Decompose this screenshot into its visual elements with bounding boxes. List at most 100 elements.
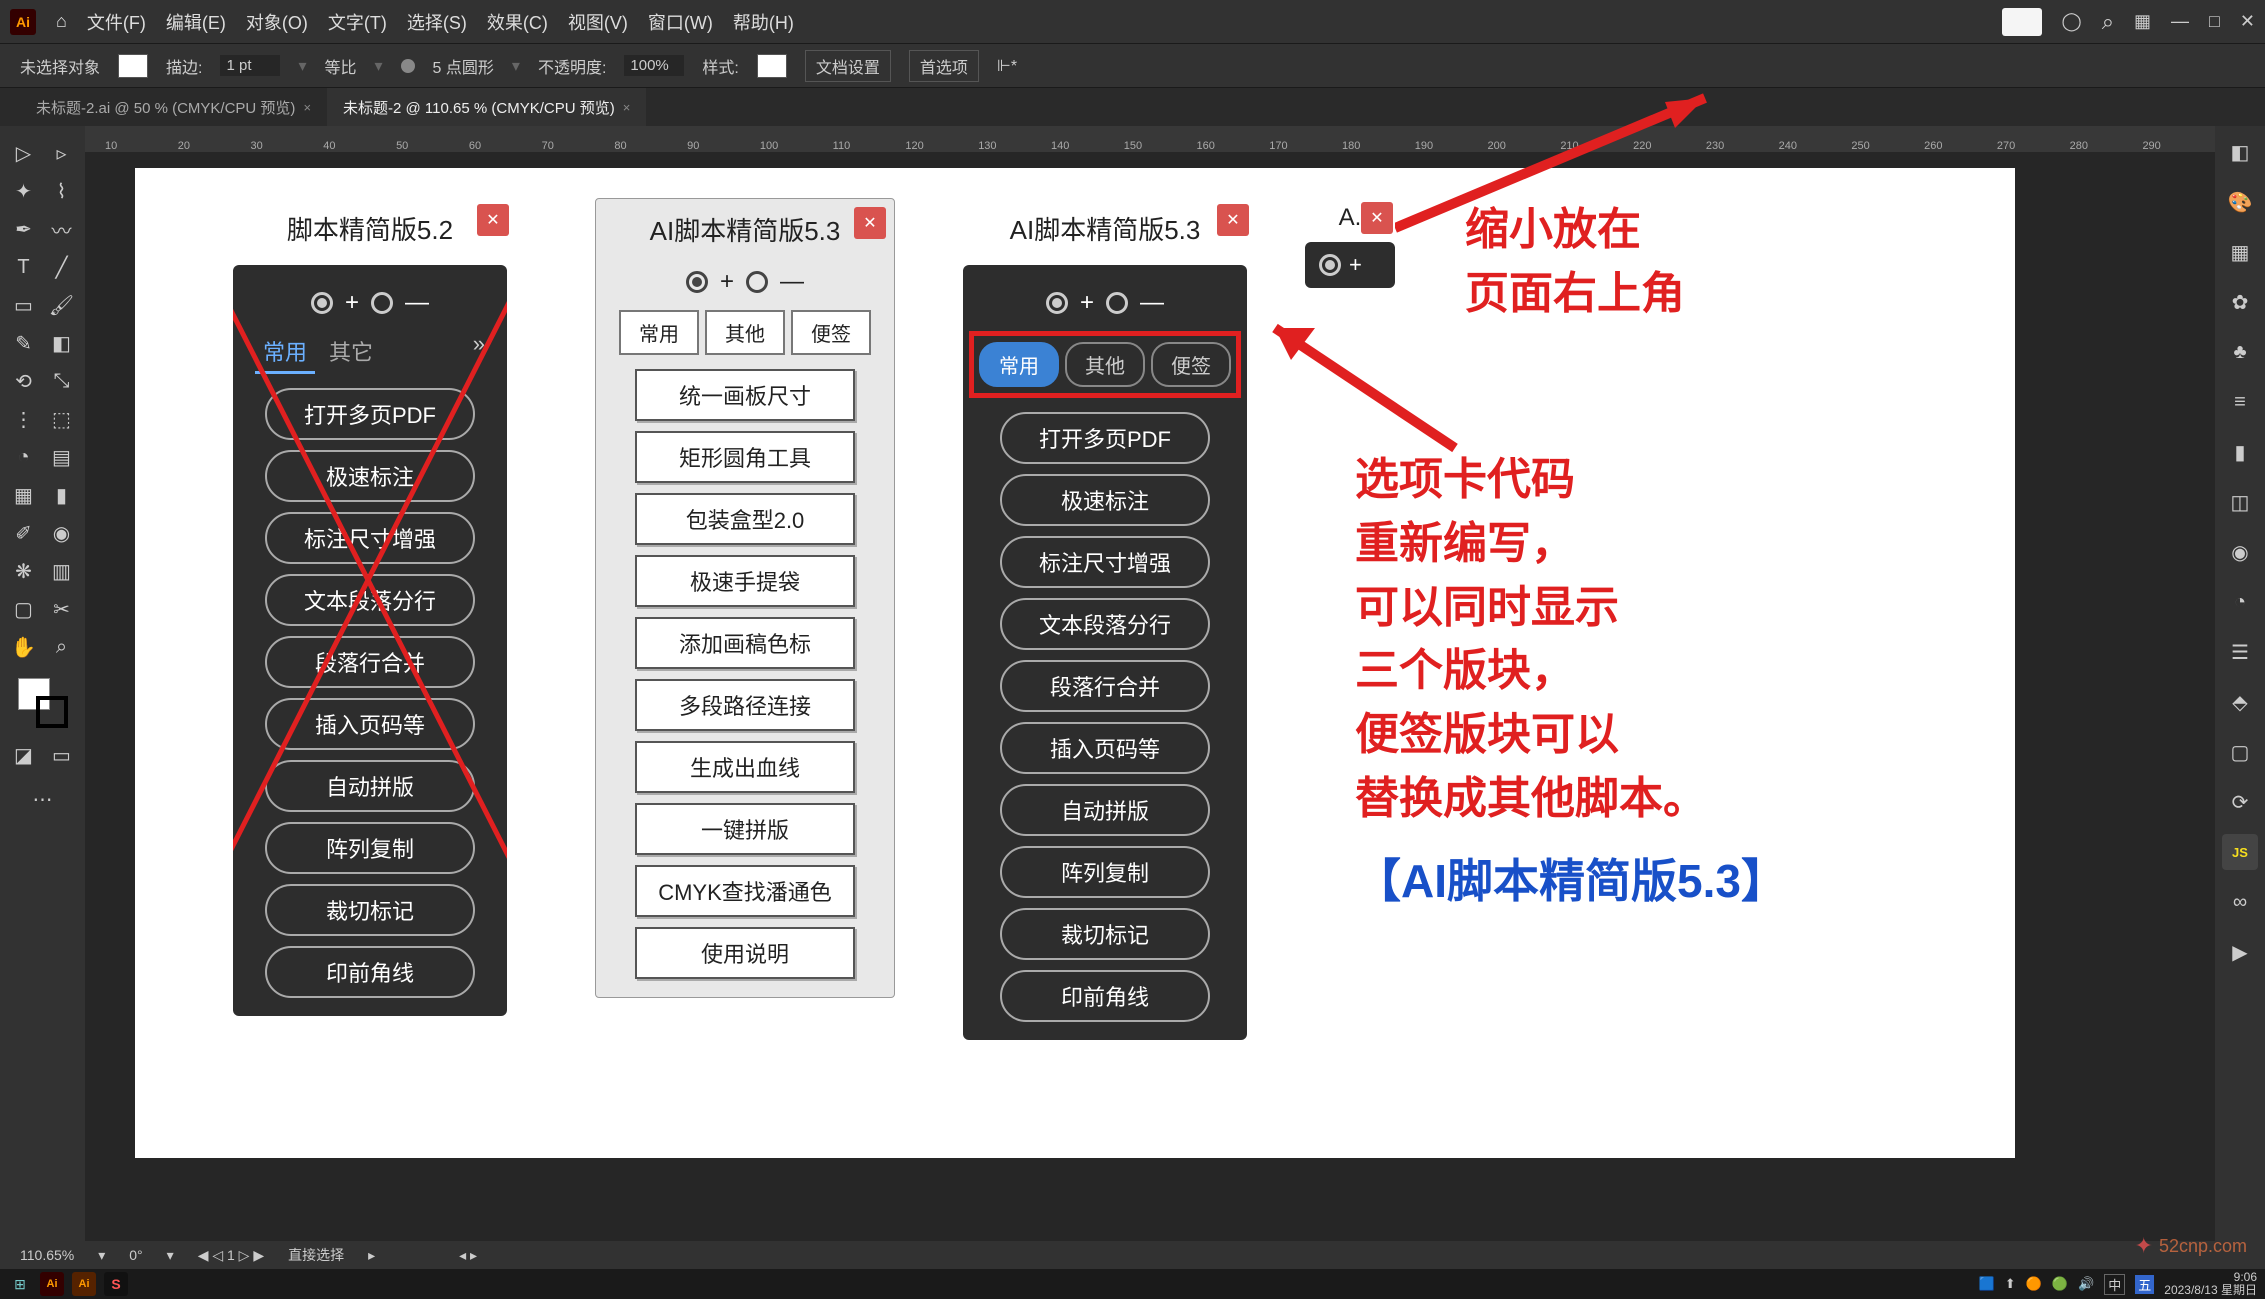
script-button[interactable]: 极速标注 (265, 450, 475, 502)
zoom-tool-icon[interactable]: ⌕ (43, 628, 81, 666)
script-button[interactable]: 印前角线 (1000, 970, 1210, 1022)
script-button[interactable]: 标注尺寸增强 (1000, 536, 1210, 588)
tab-other[interactable]: 其他 (1065, 342, 1145, 387)
brush-tool-icon[interactable]: 🖌 (43, 286, 81, 324)
script-button[interactable]: 包装盒型2.0 (635, 493, 855, 545)
fill-swatch[interactable] (118, 54, 148, 78)
script-button[interactable]: 自动拼版 (265, 760, 475, 812)
slice-tool-icon[interactable]: ✂ (43, 590, 81, 628)
rotation[interactable]: 0° (129, 1247, 142, 1263)
tab-other[interactable]: 其他 (705, 310, 785, 355)
search-icon[interactable]: ⌕ (2102, 9, 2114, 35)
curve-tool-icon[interactable]: 〰 (43, 210, 81, 248)
tray-ime[interactable]: 中 (2104, 1274, 2125, 1295)
menu-type[interactable]: 文字(T) (328, 9, 387, 35)
symbol-spray-icon[interactable]: ❋ (5, 552, 43, 590)
tab-common[interactable]: 常用 (619, 310, 699, 355)
chevron-right-icon[interactable]: » (473, 331, 485, 374)
rotate-tool-icon[interactable]: ⟲ (5, 362, 43, 400)
shape-builder-icon[interactable]: ◔ (5, 438, 43, 476)
properties-icon[interactable]: ◧ (2222, 134, 2258, 170)
script-button[interactable]: 打开多页PDF (1000, 412, 1210, 464)
symbols-icon[interactable]: ♣ (2222, 334, 2258, 370)
tray-icon[interactable]: 🟢 (2052, 1276, 2068, 1292)
menu-edit[interactable]: 编辑(E) (166, 9, 226, 35)
script-button[interactable]: 极速标注 (1000, 474, 1210, 526)
menu-file[interactable]: 文件(F) (87, 9, 146, 35)
link-icon[interactable]: ∞ (2222, 884, 2258, 920)
script-button[interactable]: 阵列复制 (1000, 846, 1210, 898)
js-icon[interactable]: JS (2222, 834, 2258, 870)
style-swatch[interactable] (757, 54, 787, 78)
script-button[interactable]: 统一画板尺寸 (635, 369, 855, 421)
artboard-nav[interactable]: ◀ ◁ 1 ▷ ▶ (198, 1247, 264, 1264)
layers-icon[interactable]: ☰ (2222, 634, 2258, 670)
script-button[interactable]: 插入页码等 (1000, 722, 1210, 774)
screen-mode-icon[interactable]: ▭ (43, 736, 81, 774)
radio-1[interactable] (1046, 292, 1068, 314)
canvas[interactable]: 脚本精简版5.2 ✕ + — 常用 其它 » 打开多页PDF极速标注标注尺寸增强… (85, 152, 2215, 1241)
script-button[interactable]: CMYK查找潘通色 (635, 865, 855, 917)
zoom-level[interactable]: 110.65% (20, 1247, 74, 1263)
tab-common[interactable]: 常用 (979, 342, 1059, 387)
script-button[interactable]: 标注尺寸增强 (265, 512, 475, 564)
script-button[interactable]: 阵列复制 (265, 822, 475, 874)
cloud-icon[interactable]: ◯ (2062, 11, 2082, 32)
radio-icon[interactable] (1319, 254, 1341, 276)
tray-volume-icon[interactable]: 🔊 (2078, 1276, 2094, 1292)
color-icon[interactable]: 🎨 (2222, 184, 2258, 220)
close-button[interactable]: ✕ (477, 204, 509, 236)
maximize-icon[interactable]: □ (2209, 11, 2220, 32)
menu-effect[interactable]: 效果(C) (487, 9, 548, 35)
search-field[interactable] (2002, 8, 2042, 36)
script-button[interactable]: 多段路径连接 (635, 679, 855, 731)
eyedropper-icon[interactable]: ✐ (5, 514, 43, 552)
minimize-icon[interactable]: — (2171, 11, 2189, 32)
script-button[interactable]: 生成出血线 (635, 741, 855, 793)
tab-notes[interactable]: 便签 (1151, 342, 1231, 387)
script-button[interactable]: 自动拼版 (1000, 784, 1210, 836)
opacity-input[interactable] (624, 55, 684, 76)
prefs-button[interactable]: 首选项 (909, 50, 979, 82)
free-tool-icon[interactable]: ⬚ (43, 400, 81, 438)
hand-tool-icon[interactable]: ✋ (5, 628, 43, 666)
radio-1[interactable] (311, 292, 333, 314)
script-button[interactable]: 一键拼版 (635, 803, 855, 855)
radio-2[interactable] (371, 292, 393, 314)
clock[interactable]: 9:06 2023/8/13 星期日 (2164, 1271, 2257, 1297)
tab-notes[interactable]: 便签 (791, 310, 871, 355)
script-button[interactable]: 添加画稿色标 (635, 617, 855, 669)
width-tool-icon[interactable]: ⋮ (5, 400, 43, 438)
type-tool-icon[interactable]: T (5, 248, 43, 286)
script-button[interactable]: 段落行合并 (1000, 660, 1210, 712)
artboard-tool-icon[interactable]: ▢ (5, 590, 43, 628)
stroke-width-input[interactable] (220, 55, 280, 76)
gradient-tool-icon[interactable]: ▮ (43, 476, 81, 514)
graphic-styles-icon[interactable]: ◔ (2222, 584, 2258, 620)
wand-tool-icon[interactable]: ✦ (5, 172, 43, 210)
close-icon[interactable]: × (623, 100, 631, 115)
transparency-icon[interactable]: ◫ (2222, 484, 2258, 520)
graph-tool-icon[interactable]: ▥ (43, 552, 81, 590)
align-icon[interactable]: ⊩* (997, 56, 1017, 76)
close-icon[interactable]: × (303, 100, 311, 115)
home-icon[interactable]: ⌂ (56, 11, 67, 32)
tray-icon[interactable]: 🟠 (2026, 1276, 2042, 1292)
selection-tool-icon[interactable]: ▷ (5, 134, 43, 172)
menu-select[interactable]: 选择(S) (407, 9, 467, 35)
brushes-icon[interactable]: ✿ (2222, 284, 2258, 320)
menu-window[interactable]: 窗口(W) (648, 9, 713, 35)
tray-icon[interactable]: ⬆ (2005, 1276, 2016, 1292)
rect-tool-icon[interactable]: ▭ (5, 286, 43, 324)
script-button[interactable]: 印前角线 (265, 946, 475, 998)
uniform-label[interactable]: 等比 (325, 54, 357, 78)
taskbar-app-s[interactable]: S (104, 1272, 128, 1296)
brush-label[interactable]: 5 点圆形 (433, 54, 494, 78)
menu-object[interactable]: 对象(O) (246, 9, 308, 35)
direct-select-tool-icon[interactable]: ▹ (43, 134, 81, 172)
taskbar-app-ai2[interactable]: Ai (72, 1272, 96, 1296)
script-button[interactable]: 文本段落分行 (265, 574, 475, 626)
close-button[interactable]: ✕ (1217, 204, 1249, 236)
mesh-tool-icon[interactable]: ▦ (5, 476, 43, 514)
script-button[interactable]: 使用说明 (635, 927, 855, 979)
